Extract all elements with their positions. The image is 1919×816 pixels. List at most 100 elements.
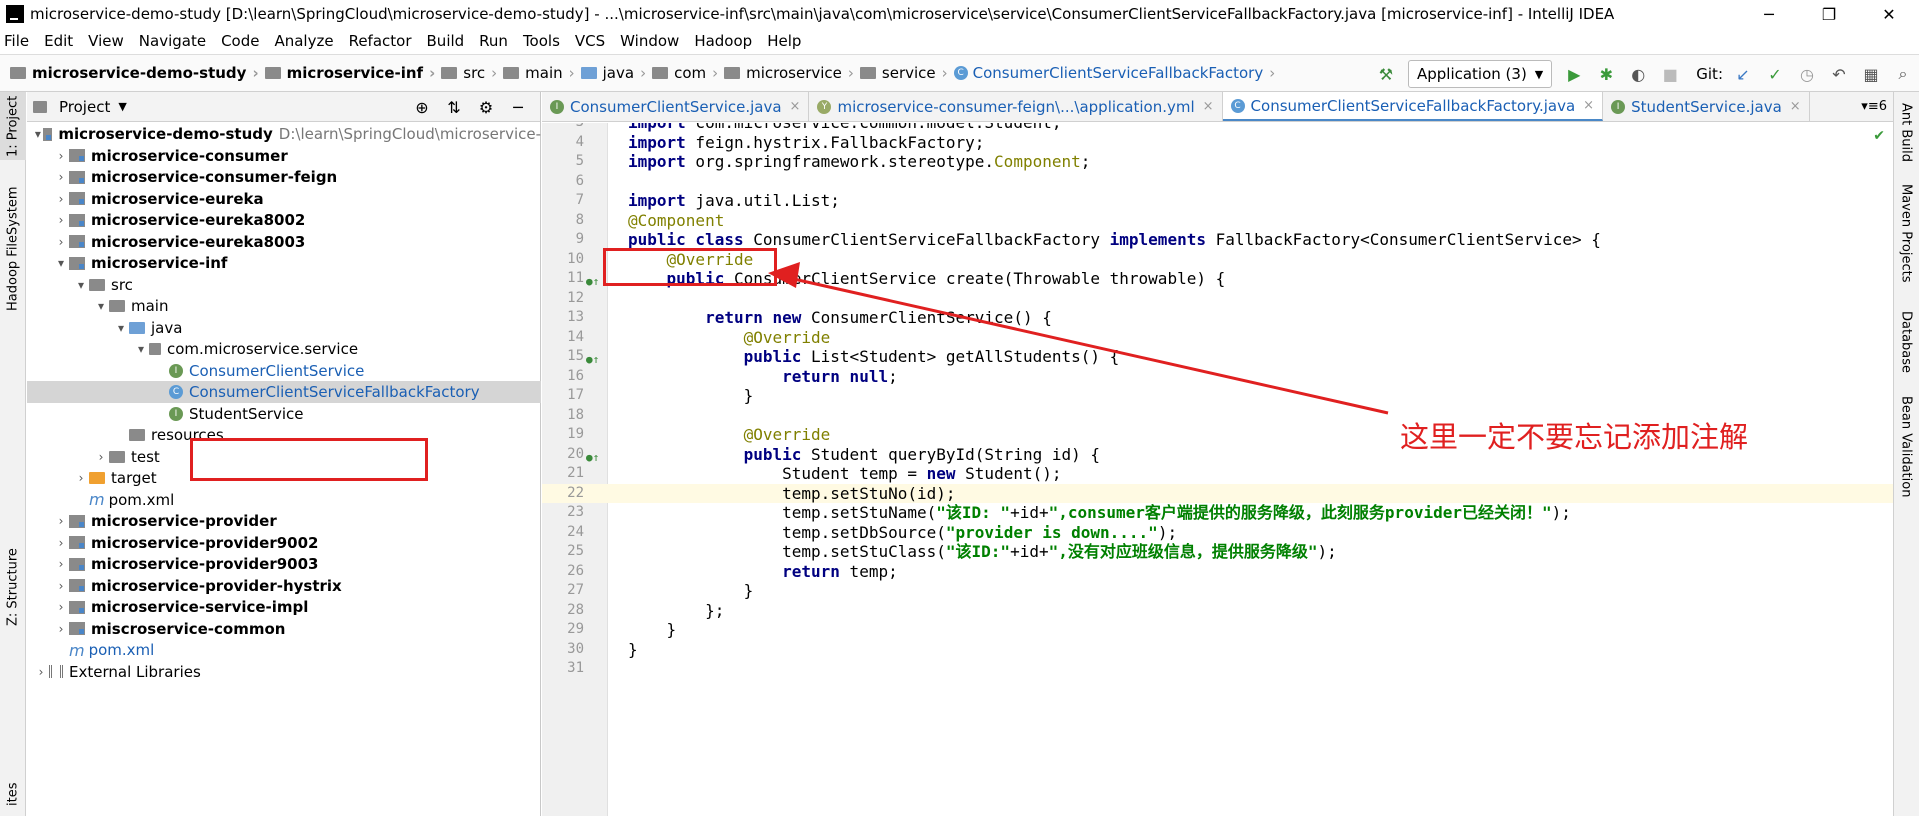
editor-tab[interactable]: I StudentService.java × <box>1603 92 1810 121</box>
minimize-button[interactable]: ─ <box>1739 0 1799 28</box>
tree-item[interactable]: › microservice-provider9002 <box>27 532 541 554</box>
expand-arrow-icon[interactable]: ▾ <box>93 299 109 313</box>
close-tab-icon[interactable]: × <box>1203 99 1214 114</box>
code-line[interactable]: 29 } <box>542 620 1893 640</box>
code-line[interactable]: 31 <box>542 659 1893 679</box>
expand-arrow-icon[interactable]: ▾ <box>113 321 129 335</box>
tree-item[interactable]: › microservice-consumer <box>27 145 541 167</box>
editor-tab[interactable]: Ymicroservice-consumer-feign\...\applica… <box>809 92 1223 121</box>
breadcrumb-item[interactable]: microservice-inf › <box>264 64 442 82</box>
menu-refactor[interactable]: Refactor <box>349 32 412 50</box>
tab-database[interactable]: Database <box>1893 302 1919 382</box>
run-configuration-dropdown[interactable]: Application (3) ▼ <box>1407 60 1553 88</box>
code-line[interactable]: 30} <box>542 640 1893 660</box>
tree-item[interactable]: C ConsumerClientServiceFallbackFactory <box>27 381 541 403</box>
tree-item[interactable]: I ConsumerClientService <box>27 360 541 382</box>
git-revert-icon[interactable]: ↶ <box>1826 61 1852 87</box>
code-line[interactable]: 26 return temp; <box>542 562 1893 582</box>
expand-arrow-icon[interactable]: › <box>53 557 69 571</box>
menu-edit[interactable]: Edit <box>44 32 73 50</box>
code-line[interactable]: 22 temp.setStuNo(id); <box>542 483 1893 503</box>
close-tab-icon[interactable]: × <box>1583 98 1594 113</box>
menu-vcs[interactable]: VCS <box>575 32 605 50</box>
code-line[interactable]: 5 import org.springframework.stereotype.C… <box>542 152 1893 172</box>
maximize-button[interactable]: ❐ <box>1799 0 1859 28</box>
menu-code[interactable]: Code <box>221 32 259 50</box>
menu-help[interactable]: Help <box>767 32 801 50</box>
expand-arrow-icon[interactable]: › <box>53 622 69 636</box>
code-line[interactable]: 13 return new ConsumerClientService() { <box>542 308 1893 328</box>
project-view-selector[interactable]: Project <box>59 98 110 116</box>
tab-project[interactable]: 1: Project <box>0 92 26 160</box>
close-button[interactable]: ✕ <box>1859 0 1919 28</box>
menu-hadoop[interactable]: Hadoop <box>694 32 752 50</box>
code-line[interactable]: 6 <box>542 172 1893 192</box>
breadcrumb-item[interactable]: microservice-demo-study › <box>10 64 265 82</box>
tree-item[interactable]: › microservice-provider9003 <box>27 553 541 575</box>
menu-window[interactable]: Window <box>620 32 679 50</box>
chevron-down-icon[interactable]: ▼ <box>118 100 126 113</box>
code-line[interactable]: 17 } <box>542 386 1893 406</box>
code-line[interactable]: 16 return null; <box>542 367 1893 387</box>
menu-view[interactable]: View <box>88 32 124 50</box>
breadcrumb-item[interactable]: main › <box>503 64 580 82</box>
tree-item[interactable]: › microservice-service-impl <box>27 596 541 618</box>
expand-arrow-icon[interactable]: › <box>93 450 109 464</box>
tree-item[interactable]: › microservice-eureka <box>27 188 541 210</box>
code-line[interactable]: 24 temp.setDbSource("provider is down...… <box>542 523 1893 543</box>
editor-tab[interactable]: I ConsumerClientService.java × <box>542 92 810 121</box>
tree-item[interactable]: ▾ java <box>27 317 541 339</box>
tree-item[interactable]: › microservice-provider-hystrix <box>27 575 541 597</box>
expand-arrow-icon[interactable]: ▾ <box>33 127 43 141</box>
tree-item[interactable]: › miscroservice-common <box>27 618 541 640</box>
menu-run[interactable]: Run <box>479 32 508 50</box>
menu-analyze[interactable]: Analyze <box>274 32 333 50</box>
expand-arrow-icon[interactable]: › <box>53 213 69 227</box>
code-line[interactable]: 25 temp.setStuClass("该ID:"+id+",没有对应班级信息… <box>542 542 1893 562</box>
code-line[interactable]: 14 @Override <box>542 328 1893 348</box>
git-commit-icon[interactable]: ✓ <box>1762 61 1788 87</box>
code-line[interactable]: 12 <box>542 289 1893 309</box>
expand-arrow-icon[interactable]: ▾ <box>53 256 69 270</box>
hide-panel-icon[interactable]: ─ <box>505 94 531 120</box>
coverage-icon[interactable]: ◐ <box>1625 61 1651 87</box>
code-line[interactable]: 8 @Component <box>542 211 1893 231</box>
gear-icon[interactable]: ⚙ <box>473 94 499 120</box>
tab-ant-build[interactable]: Ant Build <box>1893 92 1919 172</box>
expand-arrow-icon[interactable]: › <box>53 579 69 593</box>
breadcrumb-item[interactable]: microservice › <box>724 64 860 82</box>
expand-arrow-icon[interactable]: › <box>53 235 69 249</box>
code-line[interactable]: 23 temp.setStuName("该ID: "+id+",consumer… <box>542 503 1893 523</box>
expand-arrow-icon[interactable]: › <box>53 514 69 528</box>
build-hammer-icon[interactable]: ⚒ <box>1373 61 1399 87</box>
tab-hadoop-filesystem[interactable]: Hadoop FileSystem <box>0 184 26 314</box>
project-structure-icon[interactable]: ▦ <box>1858 61 1884 87</box>
tree-item[interactable]: ▾ microservice-inf <box>27 252 541 274</box>
search-icon[interactable]: ⌕ <box>1890 61 1916 87</box>
tree-item[interactable]: m pom.xml <box>27 489 541 511</box>
close-tab-icon[interactable]: × <box>790 99 801 114</box>
code-line[interactable]: 3 import com.microservice.common.model.St… <box>542 123 1893 133</box>
expand-arrow-icon[interactable]: ▾ <box>133 342 149 356</box>
tree-item[interactable]: › microservice-consumer-feign <box>27 166 541 188</box>
tree-item[interactable]: ▾ com.microservice.service <box>27 338 541 360</box>
expand-arrow-icon[interactable]: › <box>73 471 89 485</box>
tree-item[interactable]: › External Libraries <box>27 661 541 683</box>
breadcrumb-item[interactable]: C ConsumerClientServiceFallbackFactory › <box>953 64 1282 82</box>
menu-file[interactable]: File <box>4 32 29 50</box>
expand-arrow-icon[interactable]: › <box>53 192 69 206</box>
menu-navigate[interactable]: Navigate <box>139 32 206 50</box>
expand-arrow-icon[interactable]: › <box>33 665 49 679</box>
code-line[interactable]: 21 Student temp = new Student(); <box>542 464 1893 484</box>
expand-arrow-icon[interactable]: › <box>53 536 69 550</box>
tab-overflow-indicator[interactable]: ▾≡ 6 <box>1855 92 1893 121</box>
tree-item[interactable]: I StudentService <box>27 403 541 425</box>
code-editor[interactable]: 3 import com.microservice.common.model.St… <box>542 123 1893 816</box>
tree-item[interactable]: ▾ microservice-demo-study D:\learn\SpringC… <box>27 123 541 145</box>
code-line[interactable]: 15 ●↑ public List<Student> getAllStudents… <box>542 347 1893 367</box>
breadcrumb-item[interactable]: java › <box>580 64 652 82</box>
menu-build[interactable]: Build <box>427 32 465 50</box>
tab-bean-validation[interactable]: Bean Validation <box>1893 392 1919 502</box>
expand-arrow-icon[interactable]: › <box>53 149 69 163</box>
editor-tab[interactable]: C ConsumerClientServiceFallbackFactory.ja… <box>1222 92 1604 121</box>
